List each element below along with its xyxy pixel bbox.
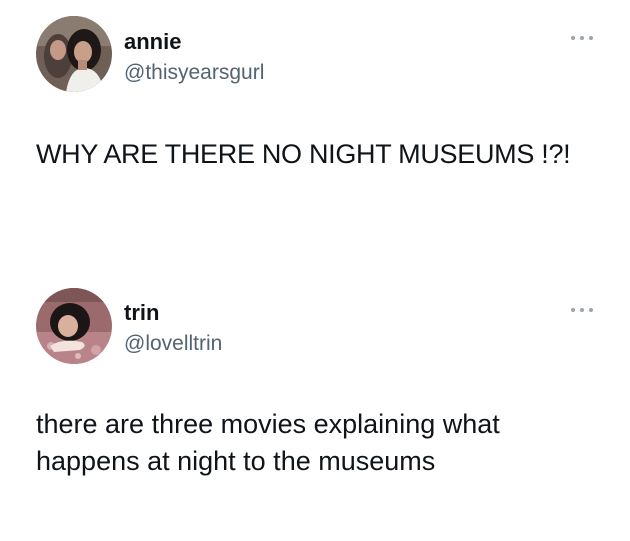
- profile-photo-icon: [36, 16, 112, 92]
- avatar[interactable]: [36, 288, 112, 364]
- profile-photo-icon: [36, 288, 112, 364]
- tweet-text: there are three movies explaining what h…: [36, 409, 500, 476]
- tweet-text: WHY ARE THERE NO NIGHT MUSEUMS !?!: [36, 139, 571, 169]
- display-name[interactable]: annie: [124, 29, 181, 55]
- tweet-card: trin @lovelltrin there are three movies …: [0, 270, 630, 541]
- user-handle[interactable]: @lovelltrin: [124, 331, 222, 357]
- more-options-icon[interactable]: [571, 306, 593, 314]
- user-handle[interactable]: @thisyearsgurl: [124, 60, 264, 86]
- avatar[interactable]: [36, 16, 112, 92]
- more-options-icon[interactable]: [571, 34, 593, 42]
- tweet-card: annie @thisyearsgurl WHY ARE THERE NO NI…: [0, 0, 630, 245]
- display-name[interactable]: trin: [124, 300, 159, 326]
